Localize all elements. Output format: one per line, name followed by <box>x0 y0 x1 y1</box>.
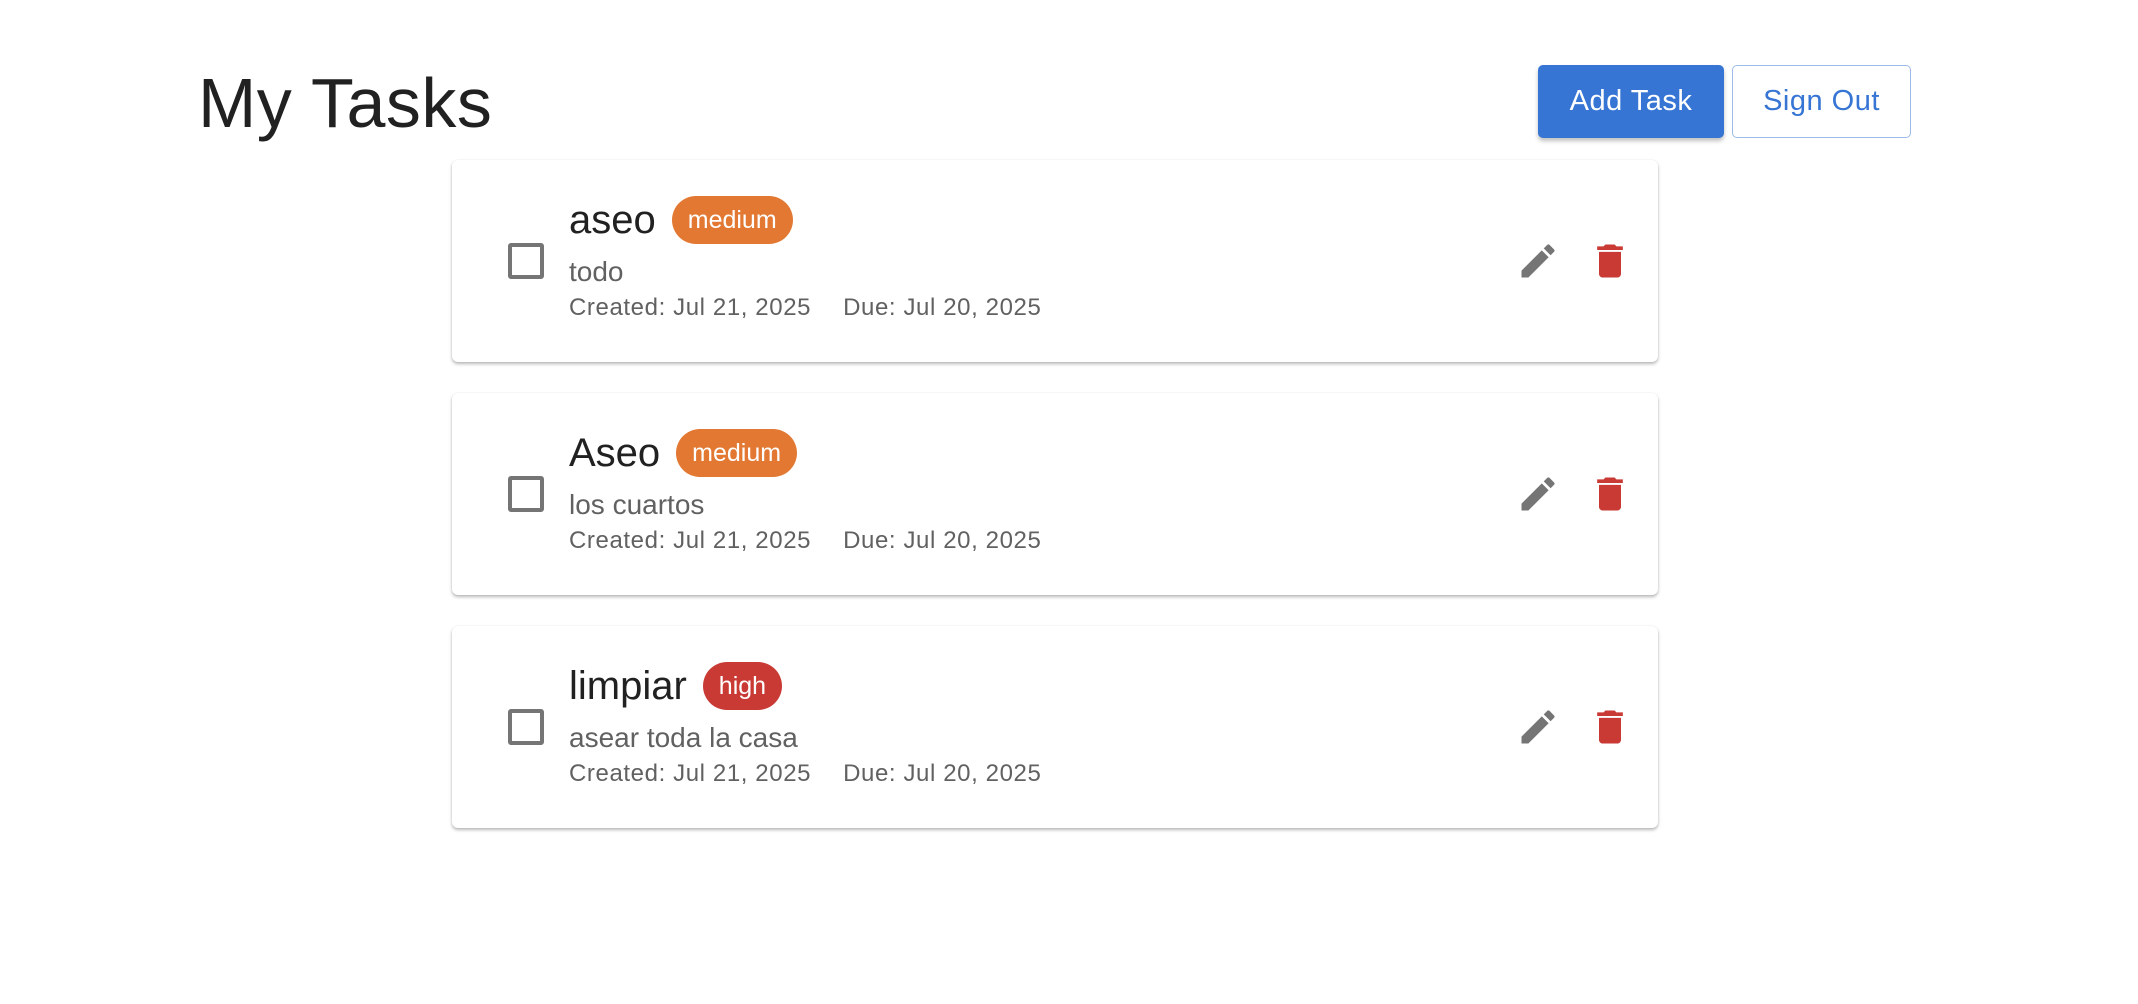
task-card: aseo medium todo Created: Jul 21, 2025 D… <box>452 160 1658 362</box>
task-description: los cuartos <box>569 489 705 520</box>
task-title: aseo <box>569 198 656 242</box>
task-created-date: Created: Jul 21, 2025 <box>569 760 812 787</box>
sign-out-button[interactable]: Sign Out <box>1732 65 1911 138</box>
trash-icon <box>1597 710 1623 744</box>
task-checkbox[interactable] <box>508 243 544 279</box>
pencil-icon <box>1521 244 1555 278</box>
task-body: Aseo medium los cuartos Created: Jul 21,… <box>569 429 1041 557</box>
task-title: limpiar <box>569 664 687 708</box>
task-checkbox[interactable] <box>508 709 544 745</box>
pencil-icon <box>1521 710 1555 744</box>
task-description: asear toda la casa <box>569 722 798 753</box>
delete-button[interactable] <box>1584 235 1636 287</box>
task-title: Aseo <box>569 431 661 475</box>
page-title: My Tasks <box>198 64 493 142</box>
task-created-date: Created: Jul 21, 2025 <box>569 527 812 554</box>
task-title-row: Aseo medium <box>569 429 1041 477</box>
task-meta: Created: Jul 21, 2025 Due: Jul 20, 2025 <box>569 758 1041 790</box>
task-meta: Created: Jul 21, 2025 Due: Jul 20, 2025 <box>569 525 1041 557</box>
task-title-row: aseo medium <box>569 196 1041 244</box>
task-title-row: limpiar high <box>569 662 1041 710</box>
task-meta: Created: Jul 21, 2025 Due: Jul 20, 2025 <box>569 292 1041 324</box>
edit-button[interactable] <box>1512 235 1564 287</box>
task-checkbox[interactable] <box>508 476 544 512</box>
task-list: aseo medium todo Created: Jul 21, 2025 D… <box>452 160 1658 859</box>
delete-button[interactable] <box>1584 701 1636 753</box>
priority-badge: medium <box>671 196 793 244</box>
pencil-icon <box>1521 477 1555 511</box>
task-due-date: Due: Jul 20, 2025 <box>843 760 1042 787</box>
task-due-date: Due: Jul 20, 2025 <box>843 527 1042 554</box>
task-card: limpiar high asear toda la casa Created:… <box>452 626 1658 828</box>
header-actions: Add Task Sign Out <box>1538 65 1911 138</box>
trash-icon <box>1597 477 1623 511</box>
edit-button[interactable] <box>1512 468 1564 520</box>
trash-icon <box>1597 244 1623 278</box>
priority-badge: medium <box>676 429 798 477</box>
task-body: limpiar high asear toda la casa Created:… <box>569 662 1041 790</box>
add-task-button[interactable]: Add Task <box>1538 65 1724 138</box>
task-card: Aseo medium los cuartos Created: Jul 21,… <box>452 393 1658 595</box>
edit-button[interactable] <box>1512 701 1564 753</box>
delete-button[interactable] <box>1584 468 1636 520</box>
task-description: todo <box>569 256 624 287</box>
task-due-date: Due: Jul 20, 2025 <box>843 294 1042 321</box>
task-created-date: Created: Jul 21, 2025 <box>569 294 812 321</box>
task-body: aseo medium todo Created: Jul 21, 2025 D… <box>569 196 1041 324</box>
task-page: My Tasks Add Task Sign Out aseo medium t… <box>0 0 2138 1004</box>
priority-badge: high <box>702 662 783 710</box>
